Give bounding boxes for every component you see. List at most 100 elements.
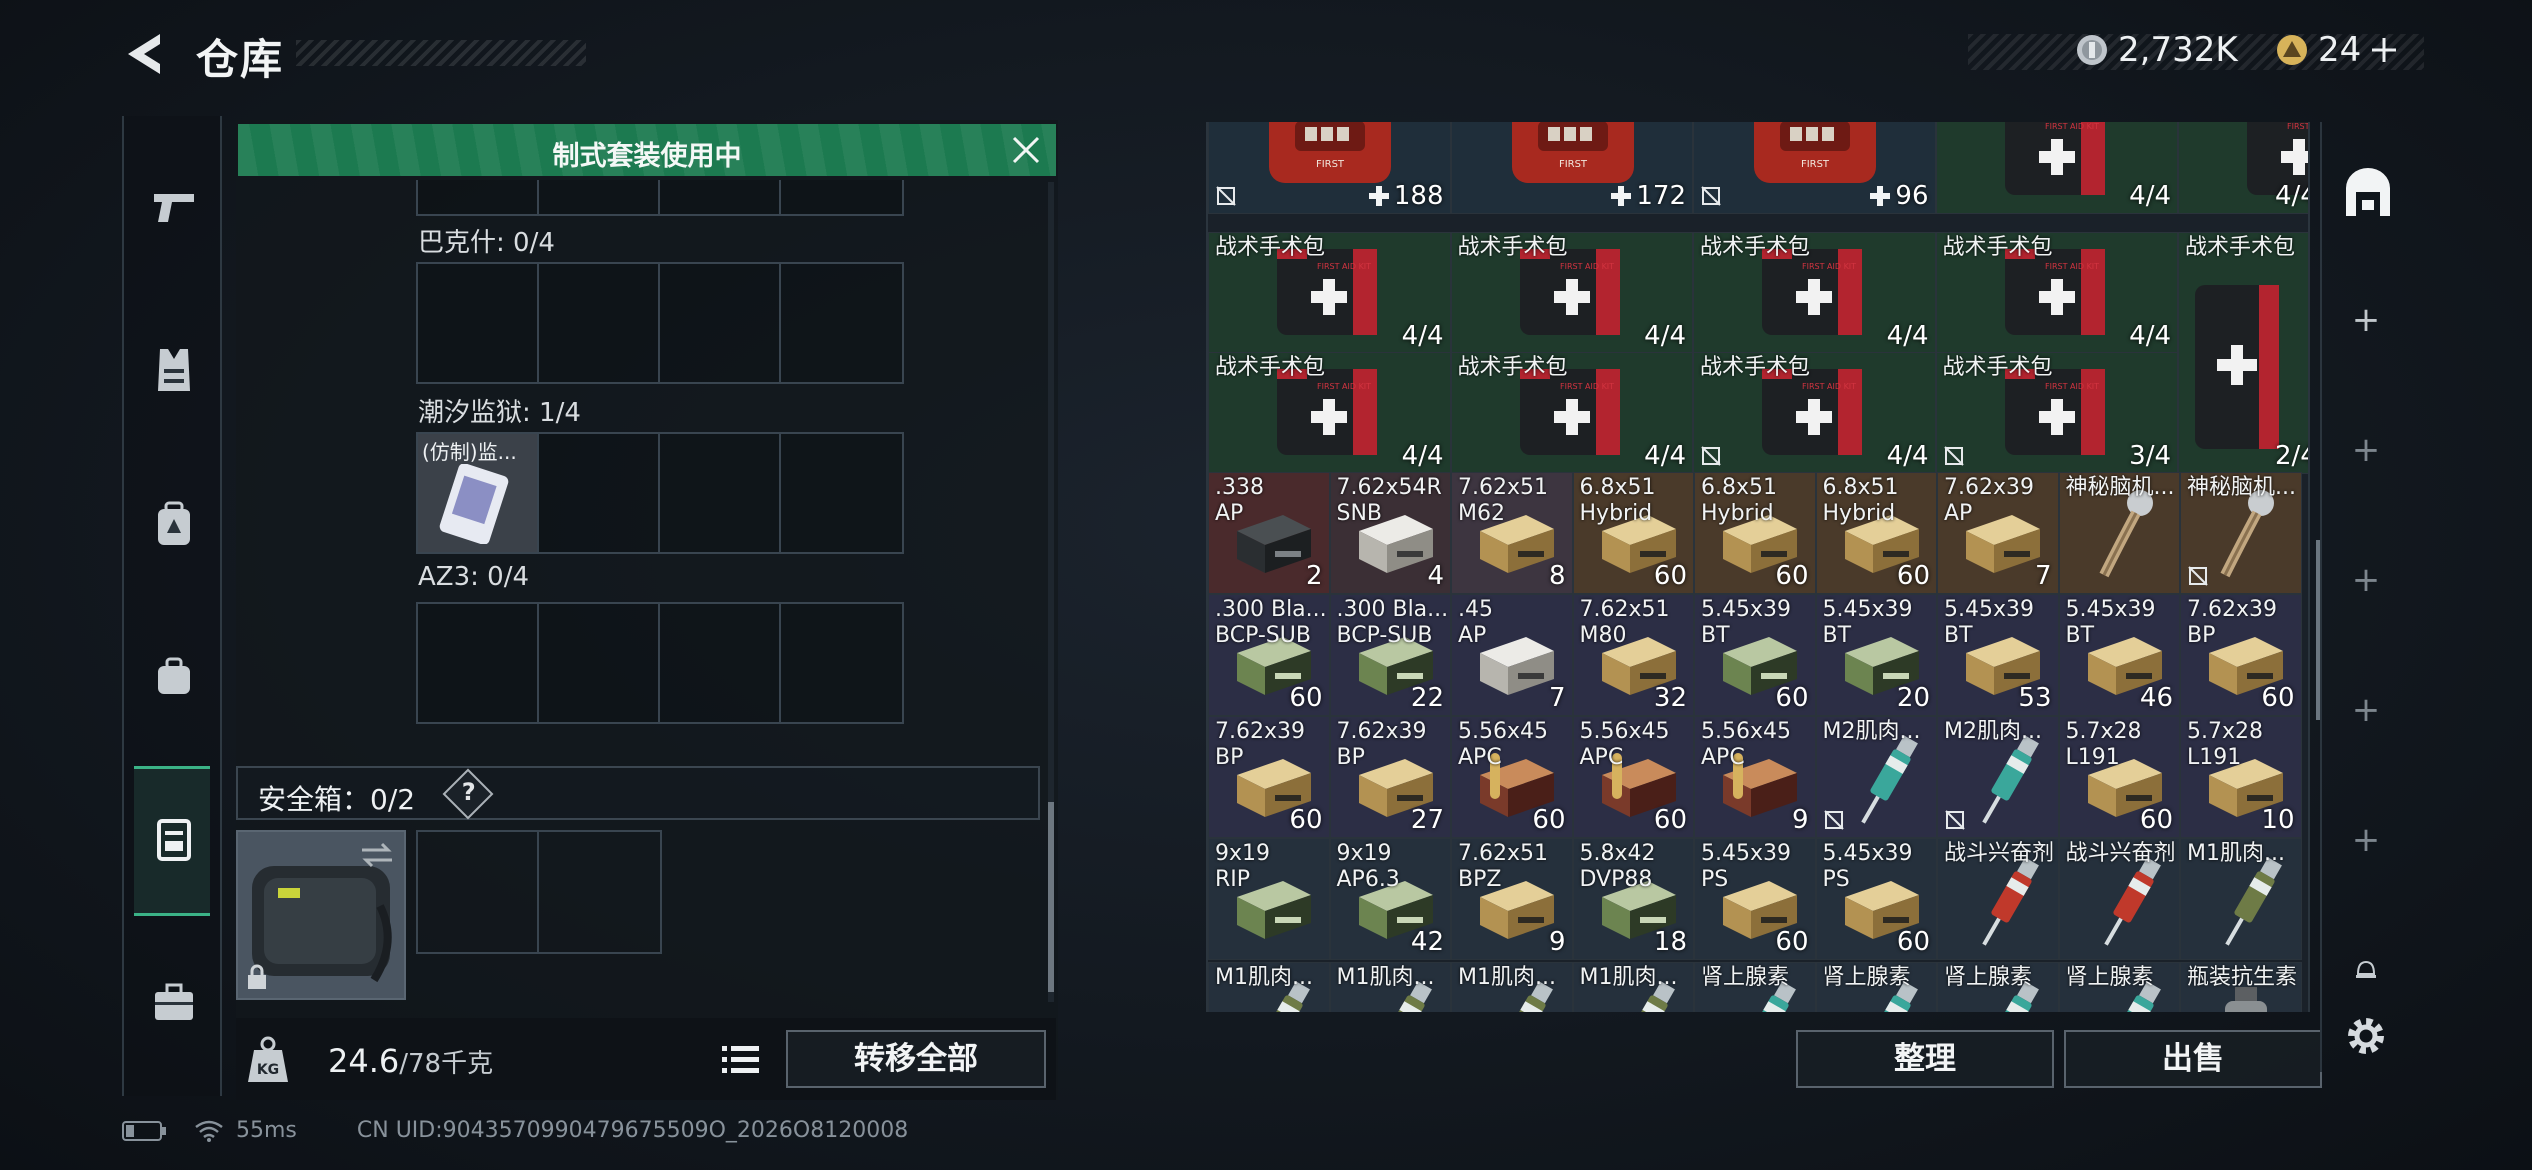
stash-item[interactable]: 肾上腺素 (2058, 962, 2180, 1012)
stash-item[interactable]: 6.8x51 Hybrid 60 (1815, 472, 1937, 594)
backpack-tab[interactable] (146, 496, 202, 552)
weapon-tab[interactable] (146, 180, 202, 236)
stash-item[interactable]: 肾上腺素 (1815, 962, 1937, 1012)
currency-gold[interactable]: 24 (2276, 30, 2399, 70)
close-icon[interactable] (1010, 134, 1042, 166)
stash-item[interactable]: FIRST AID KIT战术手术包4/4 (1450, 232, 1693, 354)
transfer-all-button[interactable]: 转移全部 (786, 1030, 1046, 1088)
add-page-icon[interactable]: + (2346, 690, 2386, 730)
stash-item[interactable]: 7.62x51 M62 8 (1451, 472, 1573, 594)
title-decoration (296, 40, 586, 66)
stash-item[interactable]: FIRST AID KIT战术手术包4/4 (1693, 232, 1936, 354)
stash-item[interactable]: 战斗兴奋剂 (1937, 838, 2059, 960)
item-count: 4 (1427, 561, 1444, 591)
list-icon[interactable] (716, 1036, 764, 1084)
stash-item[interactable]: FIRST AID KIT 战术手术包 3/4 (1935, 352, 2178, 474)
add-page-icon[interactable]: + (2346, 560, 2386, 600)
stash-item[interactable]: FIRST AID KIT战术手术包4/4 (1208, 232, 1451, 354)
stash-item[interactable]: 战术手术包 2/4 (2178, 232, 2308, 474)
prev-container-grid[interactable] (416, 180, 904, 216)
stash-item[interactable]: 5.56x45 APC 60 (1572, 716, 1694, 838)
stash-item[interactable]: 5.45x39 BT 20 (1815, 594, 1937, 716)
stash-item[interactable]: M1肌肉... (2180, 838, 2302, 960)
swap-icon[interactable] (360, 840, 394, 870)
stash-item[interactable]: 5.56x45 APC 60 (1451, 716, 1573, 838)
stash-item[interactable]: 7.62x39 AP 7 (1937, 472, 2059, 594)
stash-item[interactable]: 神秘脑机... (2180, 472, 2302, 594)
stash-item[interactable]: 6.8x51 Hybrid 60 (1572, 472, 1694, 594)
stash-item[interactable]: 5.8x42 DVP88 18 (1572, 838, 1694, 960)
vest-tab[interactable] (146, 342, 202, 398)
stash-item[interactable]: FIRST野战急救包188 (1208, 122, 1451, 214)
container-item[interactable]: (仿制)监... (418, 434, 539, 552)
stash-item[interactable]: 9x19 RIP (1208, 838, 1330, 960)
stash-item[interactable]: M1肌肉... (1451, 962, 1573, 1012)
stash-grid[interactable]: FIRST野战急救包188FIRST野战急救包172FIRST野战急救包96FI… (1206, 122, 2310, 1012)
stash-item[interactable]: 5.7x28 L191 10 (2180, 716, 2302, 838)
add-page-icon[interactable]: + (2346, 430, 2386, 470)
stash-item[interactable]: FIRST野战急救包96 (1693, 122, 1936, 214)
container-grid[interactable] (416, 262, 904, 384)
help-icon[interactable]: ? (442, 768, 494, 820)
stash-item[interactable]: .45 AP 7 (1451, 594, 1573, 716)
item-name: 肾上腺素 (1822, 965, 1911, 990)
safebox-grid[interactable] (416, 830, 662, 954)
stash-item[interactable]: 7.62x54R SNB 4 (1329, 472, 1451, 594)
stash-item[interactable]: 7.62x39 BP 60 (1208, 716, 1330, 838)
stash-item[interactable]: M2肌肉... (1937, 716, 2059, 838)
stash-item[interactable]: 神秘脑机... (2058, 472, 2180, 594)
stash-item[interactable]: FIRST AID KIT战术手术包4/4 (1450, 352, 1693, 474)
stash-item[interactable]: FIRST AID KIT战术手术包4/4 (1208, 352, 1451, 474)
stash-item[interactable]: 7.62x39 BP 27 (1329, 716, 1451, 838)
loadout-scrollbar[interactable] (1048, 182, 1054, 1002)
stash-item[interactable]: 5.45x39 BT 46 (2058, 594, 2180, 716)
add-page-icon[interactable]: + (2346, 300, 2386, 340)
scroll-thumb[interactable] (1048, 802, 1054, 992)
stash-item[interactable]: 7.62x51 BPZ 9 (1451, 838, 1573, 960)
organize-button[interactable]: 整理 (1796, 1030, 2054, 1088)
container-grid[interactable]: (仿制)监... (416, 432, 904, 554)
add-currency-icon[interactable] (2369, 35, 2399, 65)
safebox-item[interactable] (236, 830, 406, 1000)
sell-button[interactable]: 出售 (2064, 1030, 2322, 1088)
stash-item[interactable]: 肾上腺素 (1694, 962, 1816, 1012)
warehouse-icon[interactable] (2340, 166, 2396, 222)
stash-item[interactable]: 7.62x39 BP 60 (2180, 594, 2302, 716)
stash-item[interactable]: 瓶装抗生素 (2180, 962, 2302, 1012)
safebox-tab[interactable] (146, 812, 202, 868)
stash-item[interactable]: M1肌肉... (1329, 962, 1451, 1012)
pistol-icon (154, 194, 194, 222)
back-arrow-icon[interactable] (120, 28, 172, 80)
stash-item[interactable]: 5.45x39 PS 60 (1694, 838, 1816, 960)
item-count: 4/4 (2129, 321, 2171, 351)
settings-gear-icon[interactable] (2342, 1012, 2390, 1060)
stash-item[interactable]: .338 AP 2 (1208, 472, 1330, 594)
svg-text:FIRST: FIRST (1558, 159, 1587, 170)
stash-item[interactable]: FIRST野战急救包172 (1450, 122, 1693, 214)
stash-item[interactable]: 7.62x51 M80 32 (1572, 594, 1694, 716)
stash-item[interactable]: 战斗兴奋剂 (2058, 838, 2180, 960)
stash-item[interactable]: FIRST AID KIT战术手术包4/4 (1693, 352, 1936, 474)
stash-item[interactable]: 5.45x39 BT 60 (1694, 594, 1816, 716)
stash-item[interactable]: .300 Bla... BCP-SUB 60 (1208, 594, 1330, 716)
stash-item[interactable]: M2肌肉... (1815, 716, 1937, 838)
case-tab[interactable] (146, 974, 202, 1030)
stash-item[interactable]: FIRST AID KIT战术手术包4/4 (1935, 122, 2178, 214)
stash-item[interactable]: .300 Bla... BCP-SUB 22 (1329, 594, 1451, 716)
container-grid[interactable] (416, 602, 904, 724)
stash-item[interactable]: 肾上腺素 (1937, 962, 2059, 1012)
user-uid: CN UID:9043570990479675509O_2026O8120008 (356, 1118, 909, 1143)
stash-item[interactable]: 5.45x39 BT 53 (1937, 594, 2059, 716)
stash-item[interactable]: 9x19 AP6.3 42 (1329, 838, 1451, 960)
stash-item[interactable]: M1肌肉... (1208, 962, 1330, 1012)
bell-icon[interactable] (2354, 960, 2378, 980)
stash-item[interactable]: 6.8x51 Hybrid 60 (1694, 472, 1816, 594)
pouch-tab[interactable] (146, 648, 202, 704)
stash-item[interactable]: M1肌肉... (1572, 962, 1694, 1012)
stash-item[interactable]: 5.45x39 PS 60 (1815, 838, 1937, 960)
add-page-icon[interactable]: + (2346, 820, 2386, 860)
stash-item[interactable]: 5.56x45 APC 9 (1694, 716, 1816, 838)
stash-item[interactable]: 5.7x28 L191 60 (2058, 716, 2180, 838)
stash-item[interactable]: FIRST AID KIT战术手术包4/4 (1935, 232, 2178, 354)
stash-item[interactable]: FIRST AID KIT 4/4 (2178, 122, 2308, 214)
